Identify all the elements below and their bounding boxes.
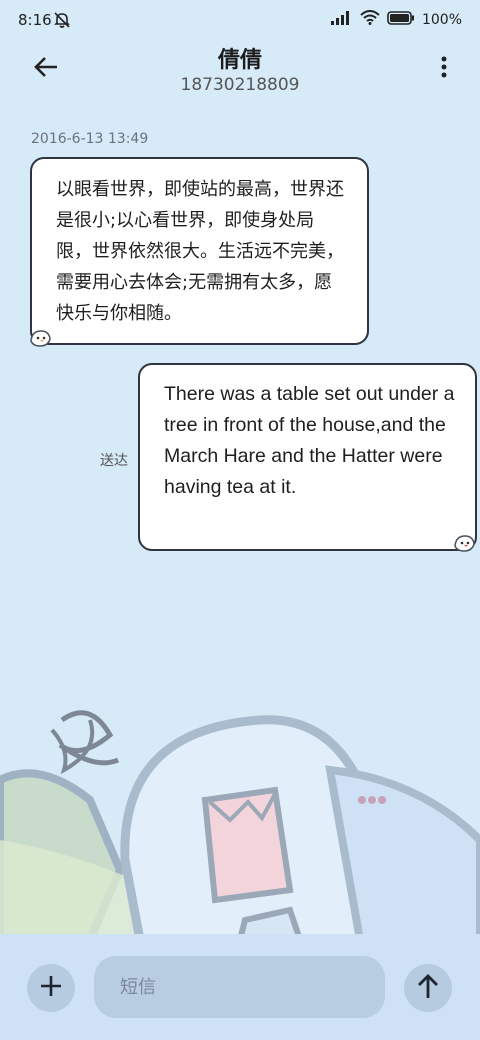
arrow-up-icon (417, 973, 439, 1003)
battery-percent: 100% (421, 11, 462, 28)
status-bar: 8:16 100% (0, 0, 480, 42)
battery-icon (387, 10, 415, 29)
bell-off-icon (54, 11, 70, 33)
send-button[interactable] (404, 964, 452, 1012)
background-illustration (0, 710, 480, 940)
more-options-button[interactable] (434, 52, 454, 86)
bird-sticker-icon (454, 535, 475, 552)
signal-icon (330, 10, 353, 29)
message-text: 以眼看世界，即使站的最高，世界还是很小;以心看世界，即使身处局限，世界依然很大。… (56, 179, 344, 324)
add-attachment-button[interactable] (27, 964, 75, 1012)
plus-icon (40, 975, 62, 1001)
message-input[interactable] (94, 956, 385, 1018)
contact-phone-number: 18730218809 (180, 75, 300, 95)
more-vertical-icon (441, 56, 447, 82)
delivery-status: 送达 (100, 453, 128, 469)
message-timestamp: 2016-6-13 13:49 (31, 131, 149, 147)
status-time: 8:16 (18, 11, 52, 29)
message-text: There was a table set out under a tree i… (164, 383, 455, 498)
outgoing-message-bubble[interactable]: There was a table set out under a tree i… (138, 363, 477, 551)
wifi-icon (360, 10, 380, 29)
incoming-message-bubble[interactable]: 以眼看世界，即使站的最高，世界还是很小;以心看世界，即使身处局限，世界依然很大。… (30, 157, 369, 345)
bird-sticker-icon (30, 330, 51, 347)
contact-name: 倩倩 (217, 48, 262, 73)
